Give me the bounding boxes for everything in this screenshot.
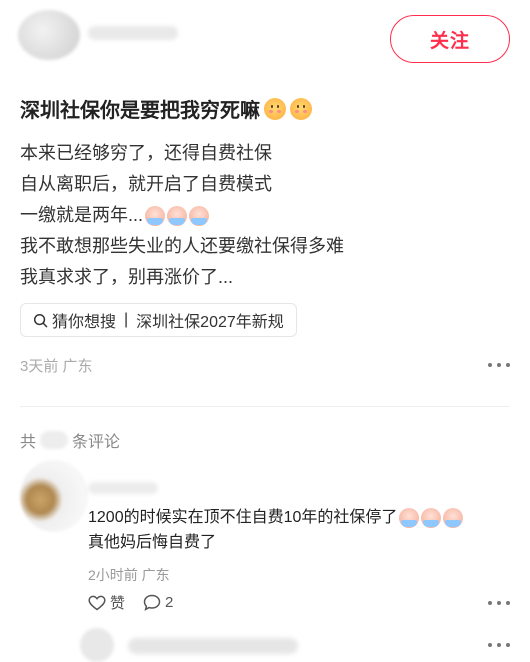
comment-more-options-icon[interactable] bbox=[488, 642, 510, 648]
comment-meta: 2小时前 广东 bbox=[88, 567, 170, 583]
post-title: 深圳社保你是要把我穷死嘛 bbox=[20, 94, 312, 123]
comment-bubble-icon bbox=[143, 594, 161, 611]
comment-count: 共 条评论 bbox=[20, 428, 120, 452]
search-suggestion-prefix: 猜你想搜 bbox=[52, 314, 117, 331]
crying-face-icon bbox=[421, 507, 442, 528]
post-body-line: 本来已经够穷了，还得自费社保 bbox=[20, 143, 272, 163]
like-button[interactable]: 赞 bbox=[88, 592, 125, 613]
search-suggestion-tag[interactable]: 猜你想搜 | 深圳社保2027年新规 bbox=[20, 303, 297, 337]
reply-count: 2 bbox=[165, 594, 174, 611]
search-suggestion-query: 深圳社保2027年新规 bbox=[136, 314, 284, 331]
post-header: 关注 bbox=[0, 0, 530, 80]
reply-button[interactable]: 2 bbox=[143, 594, 173, 611]
crying-face-icon bbox=[167, 205, 188, 226]
divider bbox=[20, 406, 510, 407]
pleading-face-icon bbox=[264, 97, 286, 120]
post-meta: 3天前 广东 bbox=[20, 358, 93, 375]
post-body-line: 一缴就是两年... bbox=[20, 200, 510, 231]
follow-button[interactable]: 关注 bbox=[390, 15, 510, 63]
commenter-name-redacted[interactable] bbox=[88, 482, 158, 494]
comment-more-options-icon[interactable] bbox=[488, 600, 510, 606]
post-body-line: 我不敢想那些失业的人还要缴社保得多难 bbox=[20, 236, 344, 256]
comment-text: 1200的时候实在顶不住自费10年的社保停了 真他妈后悔自费了 bbox=[88, 505, 508, 555]
author-avatar[interactable] bbox=[18, 10, 80, 60]
commenter-avatar[interactable] bbox=[80, 628, 114, 662]
post-body-line: 我真求求了，别再涨价了... bbox=[20, 267, 234, 287]
search-icon bbox=[33, 313, 48, 327]
post-title-text: 深圳社保你是要把我穷死嘛 bbox=[20, 100, 260, 122]
like-label: 赞 bbox=[110, 595, 126, 612]
post-body-line: 自从离职后，就开启了自费模式 bbox=[20, 174, 272, 194]
comment-content-redacted bbox=[128, 638, 298, 654]
comment-row bbox=[80, 628, 520, 662]
crying-face-icon bbox=[189, 205, 210, 226]
comment-actions: 赞 2 bbox=[88, 592, 191, 613]
author-name-redacted[interactable] bbox=[88, 26, 178, 40]
crying-face-icon bbox=[399, 507, 420, 528]
crying-face-icon bbox=[145, 205, 166, 226]
crying-face-icon bbox=[443, 507, 464, 528]
pleading-face-icon bbox=[290, 97, 312, 120]
more-options-icon[interactable] bbox=[488, 362, 510, 368]
heart-icon bbox=[88, 595, 106, 610]
commenter-avatar[interactable] bbox=[20, 460, 88, 532]
comment-count-redacted bbox=[40, 431, 69, 449]
post-body: 本来已经够穷了，还得自费社保 自从离职后，就开启了自费模式 一缴就是两年... … bbox=[20, 138, 510, 293]
search-suggestion-separator: | bbox=[124, 311, 129, 328]
